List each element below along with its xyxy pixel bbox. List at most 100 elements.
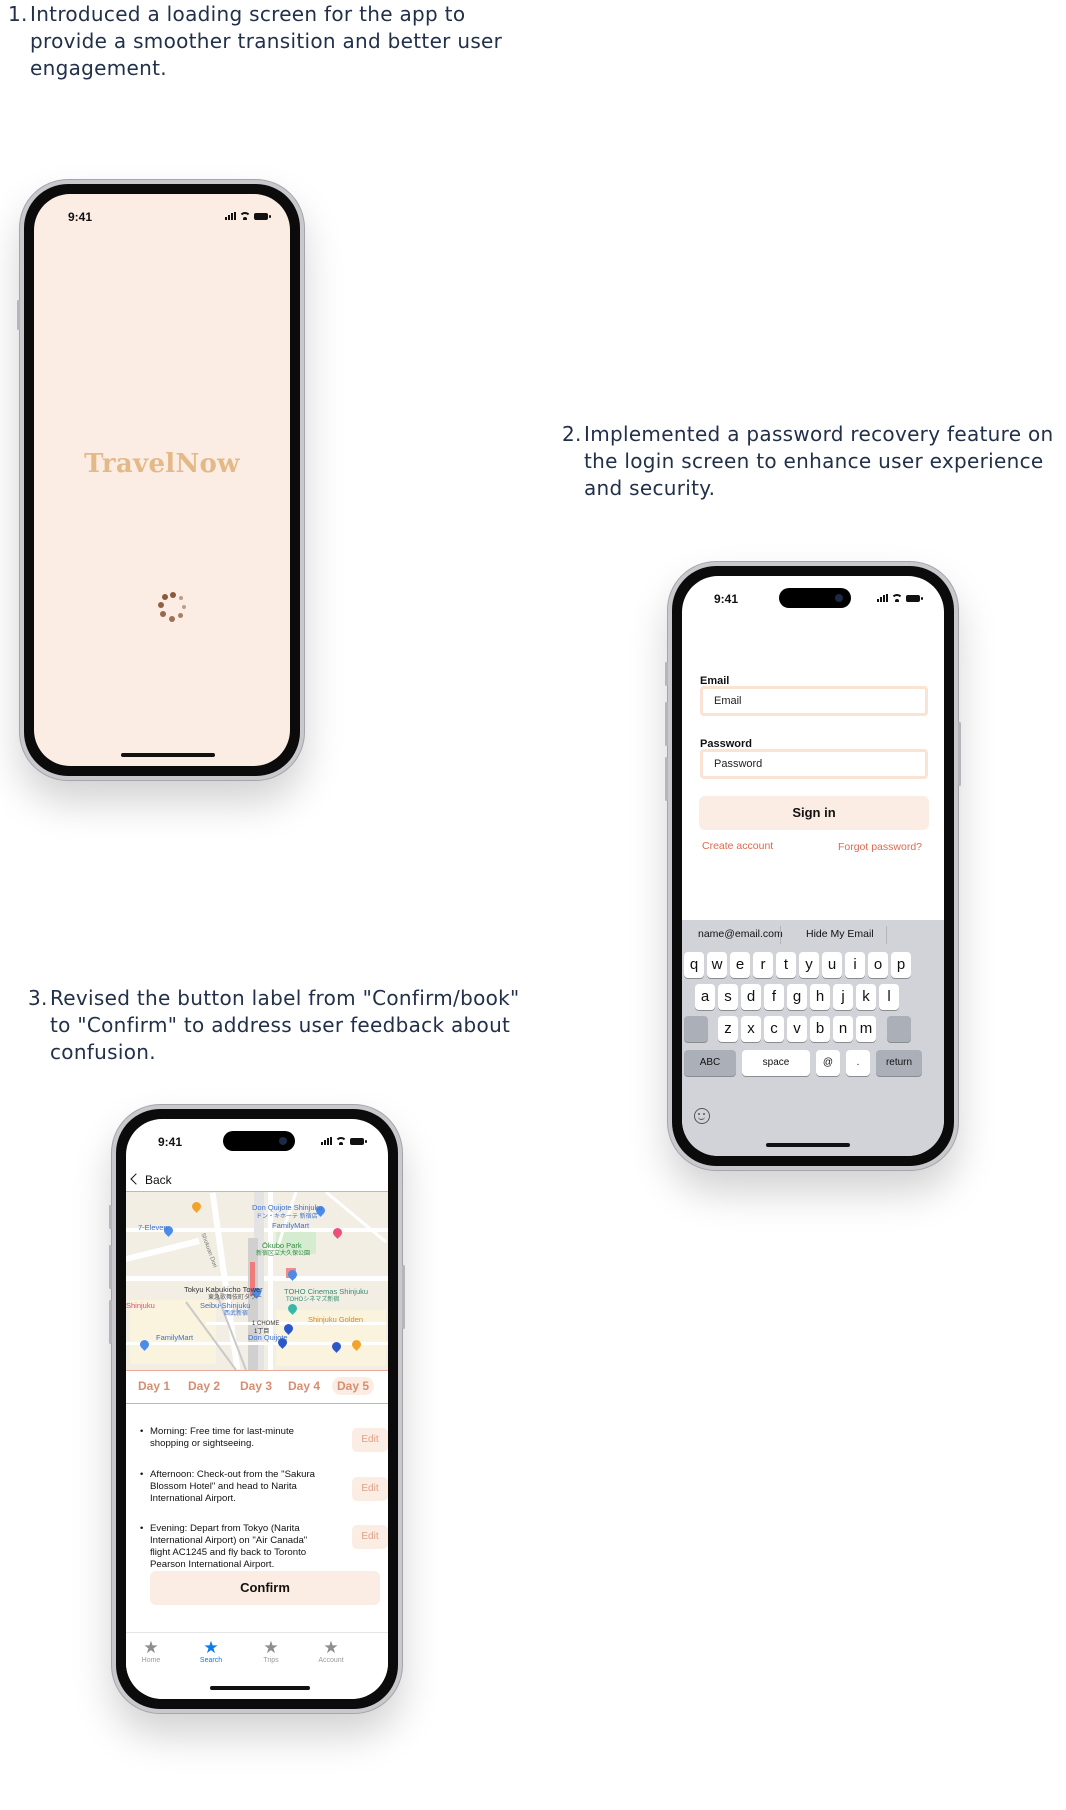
key-s[interactable]: s [718, 984, 738, 1010]
map-label: ドン・キホーテ 新宿店 [256, 1214, 318, 1220]
power-button [958, 722, 961, 786]
tab-day-2[interactable]: Day 2 [188, 1379, 220, 1393]
status-time: 9:41 [158, 1135, 183, 1149]
key-d[interactable]: d [741, 984, 761, 1010]
key-m[interactable]: m [856, 1016, 876, 1042]
suggestion-email[interactable]: name@email.com [698, 928, 783, 940]
key-r[interactable]: r [753, 952, 773, 978]
abc-key[interactable]: ABC [684, 1050, 736, 1076]
map-label: Don Quijote [248, 1333, 288, 1342]
tab-label: Home [141, 1657, 161, 1664]
key-g[interactable]: g [787, 984, 807, 1010]
key-v[interactable]: v [787, 1016, 807, 1042]
key-f[interactable]: f [764, 984, 784, 1010]
key-b[interactable]: b [810, 1016, 830, 1042]
key-w[interactable]: w [707, 952, 727, 978]
star-icon: ★ [143, 1638, 159, 1657]
email-field[interactable]: Email [700, 686, 928, 716]
key-o[interactable]: o [868, 952, 888, 978]
tab-label: Search [199, 1657, 223, 1664]
map-label: FamilyMart [272, 1221, 310, 1230]
battery-icon [350, 1137, 367, 1145]
key-a[interactable]: a [695, 984, 715, 1010]
tab-trips[interactable]: ★ Trips [246, 1638, 296, 1665]
create-account-link[interactable]: Create account [702, 840, 773, 852]
map-label: Don Quijote Shinjuku [252, 1203, 323, 1212]
day-tabs: Day 1 Day 2 Day 3 Day 4 Day 5 [126, 1371, 388, 1404]
battery-icon [906, 594, 923, 602]
key-q[interactable]: q [684, 952, 704, 978]
volume-button [17, 300, 20, 330]
itinerary-screen: 9:41 Back Don Quijote Shinjuku ドン・キホーテ 新… [126, 1119, 388, 1699]
tab-day-1[interactable]: Day 1 [138, 1379, 170, 1393]
tab-day-4[interactable]: Day 4 [288, 1379, 320, 1393]
star-icon: ★ [263, 1638, 279, 1657]
edit-button[interactable]: Edit [352, 1428, 388, 1452]
password-field[interactable]: Password [700, 749, 928, 779]
battery-icon [254, 212, 271, 220]
key-e[interactable]: e [730, 952, 750, 978]
key-t[interactable]: t [776, 952, 796, 978]
status-bar: 9:41 [682, 576, 944, 616]
itinerary-item: Afternoon: Check-out from the "Sakura Bl… [140, 1469, 330, 1505]
key-n[interactable]: n [833, 1016, 853, 1042]
key-l[interactable]: l [879, 984, 899, 1010]
at-key[interactable]: @ [816, 1050, 840, 1076]
tab-account[interactable]: ★ Account [306, 1639, 356, 1665]
phone-bezel: 9:41 Back Don Quijote Shinjuku ドン・キホーテ 新… [116, 1109, 398, 1709]
suggestion-hide-my-email[interactable]: Hide My Email [806, 928, 874, 940]
key-x[interactable]: x [741, 1016, 761, 1042]
volume-button [665, 702, 668, 746]
key-c[interactable]: c [764, 1016, 784, 1042]
tab-day-5[interactable]: Day 5 [332, 1377, 375, 1395]
emoji-icon[interactable] [694, 1108, 710, 1124]
status-bar: 9:41 [126, 1119, 388, 1159]
itinerary-item: Evening: Depart from Tokyo (Narita Inter… [140, 1523, 330, 1571]
tab-day-3[interactable]: Day 3 [240, 1379, 272, 1393]
key-k[interactable]: k [856, 984, 876, 1010]
key-j[interactable]: j [833, 984, 853, 1010]
map-view[interactable]: Don Quijote Shinjuku ドン・キホーテ 新宿店 7-Eleve… [126, 1191, 388, 1371]
tab-search[interactable]: ★ Search [186, 1638, 236, 1665]
forgot-password-link[interactable]: Forgot password? [838, 841, 922, 853]
dot-key[interactable]: . [846, 1050, 870, 1076]
home-indicator[interactable] [766, 1143, 850, 1147]
status-time: 9:41 [714, 592, 739, 606]
confirm-button[interactable]: Confirm [150, 1571, 380, 1605]
note-confirm-label: 3. Revised the button label from "Confir… [28, 985, 540, 1066]
map-label: Seibu-Shinjuku [200, 1301, 251, 1310]
back-label: Back [145, 1173, 172, 1187]
key-z[interactable]: z [718, 1016, 738, 1042]
note-loading-screen: 1. Introduced a loading screen for the a… [8, 1, 540, 82]
tab-home[interactable]: ★ Home [126, 1638, 176, 1665]
key-i[interactable]: i [845, 952, 865, 978]
cellular-signal-icon [321, 1137, 332, 1145]
keyboard: name@email.com Hide My Email q w e r t y… [682, 920, 944, 1156]
dynamic-island [223, 1131, 295, 1151]
star-icon: ★ [203, 1638, 219, 1657]
shift-key[interactable] [684, 1016, 708, 1042]
key-p[interactable]: p [891, 952, 911, 978]
return-key[interactable]: return [876, 1050, 922, 1076]
key-y[interactable]: y [799, 952, 819, 978]
status-bar: 9:41 [34, 194, 290, 234]
edit-button[interactable]: Edit [352, 1477, 388, 1501]
phone-bezel: 9:41 Email Email Password Password Sign … [672, 566, 954, 1166]
map-label: FamilyMart [156, 1333, 194, 1342]
volume-button [109, 1205, 112, 1229]
sign-in-button[interactable]: Sign in [699, 796, 929, 830]
key-u[interactable]: u [822, 952, 842, 978]
phone-itinerary-screen: 9:41 Back Don Quijote Shinjuku ドン・キホーテ 新… [109, 1105, 405, 1713]
wifi-icon [892, 594, 902, 602]
home-indicator[interactable] [210, 1686, 310, 1690]
map-label: 1 CHOME [252, 1321, 280, 1327]
home-indicator[interactable] [121, 753, 215, 757]
loading-spinner-icon [158, 592, 188, 622]
key-h[interactable]: h [810, 984, 830, 1010]
app-logo: TravelNow [84, 449, 240, 479]
delete-key[interactable] [887, 1016, 911, 1042]
back-button[interactable]: Back [130, 1173, 172, 1187]
edit-button[interactable]: Edit [352, 1525, 388, 1549]
note-number: 1. [8, 2, 28, 26]
space-key[interactable]: space [742, 1050, 810, 1076]
